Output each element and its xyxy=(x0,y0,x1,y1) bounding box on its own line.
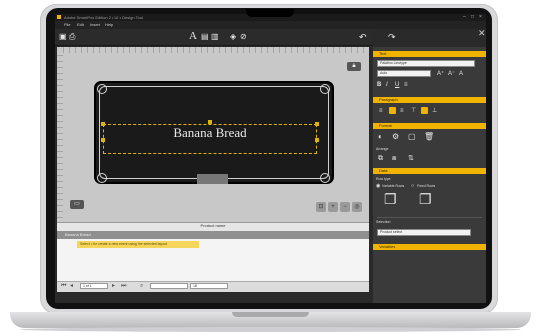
ruler-top xyxy=(63,47,369,53)
barcode-tool-icon[interactable]: ▥ xyxy=(211,33,219,41)
fixed-rows-label: Fixed Rows xyxy=(417,184,436,188)
window-title: Adobe SmartPos Edition 2 • UI • Design T… xyxy=(64,15,143,20)
section-format[interactable]: Format xyxy=(373,123,486,129)
font-shrink-icon[interactable]: A⁻ xyxy=(448,71,455,77)
shape-tool-icon[interactable]: ◈ xyxy=(230,33,236,41)
fixed-rows-illustration-icon: ❐ xyxy=(419,191,432,207)
section-variables[interactable]: Variables xyxy=(373,244,486,250)
maximize-icon[interactable]: □ xyxy=(471,14,474,21)
close-icon[interactable]: ✕ xyxy=(478,29,486,38)
hint-banner: Select • for create a new event using th… xyxy=(77,241,199,248)
quantity-field[interactable]: 18 xyxy=(190,283,228,289)
prev-page-icon[interactable]: ◂ xyxy=(70,283,73,289)
gear-icon[interactable]: ⚙ xyxy=(392,133,399,141)
bring-front-icon[interactable]: ⧉ xyxy=(378,155,383,162)
radio-variable-rows[interactable]: ◉ xyxy=(376,184,380,189)
font-color-icon[interactable]: A xyxy=(459,71,463,77)
resize-handle[interactable] xyxy=(101,138,105,142)
last-page-icon[interactable]: ⏭ xyxy=(121,283,126,289)
product-row-label: Banana Bread xyxy=(65,232,91,237)
trash-icon[interactable]: 🗑︎ xyxy=(424,133,434,141)
underline-icon[interactable]: U xyxy=(395,82,399,88)
font-grow-icon[interactable]: A⁺ xyxy=(437,71,444,77)
save-icon[interactable]: ▣ xyxy=(59,33,67,41)
variable-rows-illustration-icon: ❐ xyxy=(384,191,397,207)
undo-icon[interactable]: ↶ xyxy=(359,33,367,42)
distribute-icon[interactable]: ⇅ xyxy=(408,155,414,162)
toolbar: ▣ ⎙ A ▤ ▥ ◈ ⊘ xyxy=(55,29,373,46)
zoom-fit-icon[interactable]: ⊡ xyxy=(316,202,326,212)
ruler-left xyxy=(57,53,63,230)
align-right-icon[interactable]: ≡ xyxy=(400,108,404,114)
menu-insert[interactable]: Insert xyxy=(90,21,100,29)
camera-notch xyxy=(246,9,294,17)
italic-icon[interactable]: I xyxy=(386,82,388,88)
zoom-out-icon[interactable]: − xyxy=(340,202,350,212)
resize-handle[interactable] xyxy=(315,138,319,142)
canvas-scroll-tab[interactable] xyxy=(197,174,228,184)
lock-icon[interactable]: 🔒︎ xyxy=(347,62,361,71)
section-text[interactable]: Text xyxy=(373,51,486,57)
font-size-select[interactable]: Auto xyxy=(377,70,431,77)
resize-handle[interactable] xyxy=(315,122,319,126)
product-row[interactable] xyxy=(57,231,369,239)
fill-icon[interactable]: ◐ xyxy=(378,133,383,141)
frame-icon[interactable]: ▢ xyxy=(408,133,416,141)
variable-rows-label: Variable Rows xyxy=(382,184,405,188)
font-family-select[interactable]: Palatino Linotype xyxy=(377,60,475,67)
bold-icon[interactable]: B xyxy=(377,82,381,88)
menu-bar: File Edit Insert Help xyxy=(55,21,486,29)
align-top-icon[interactable]: ⊤ xyxy=(411,108,416,114)
selection-label: Selection xyxy=(376,220,391,224)
first-page-icon[interactable]: ⏮ xyxy=(61,283,66,289)
minimize-icon[interactable]: – xyxy=(463,14,466,21)
zoom-in-icon[interactable]: + xyxy=(328,202,338,212)
menu-edit[interactable]: Edit xyxy=(77,21,84,29)
selection-select[interactable]: Product select xyxy=(377,229,471,236)
search-icon[interactable]: ⌕ xyxy=(140,283,143,289)
align-left-icon[interactable]: ≡ xyxy=(379,108,383,114)
redo-icon[interactable]: ↷ xyxy=(388,33,396,42)
align-bottom-icon[interactable]: ⊥ xyxy=(432,108,437,114)
send-back-icon[interactable]: ⧈ xyxy=(392,155,396,162)
corner-ornament-tl xyxy=(97,84,107,94)
properties-panel xyxy=(373,47,486,303)
menu-file[interactable]: File xyxy=(64,21,70,29)
image-tool-icon[interactable]: ▤ xyxy=(201,33,209,41)
rotate-handle[interactable] xyxy=(208,120,212,124)
align-center-icon[interactable] xyxy=(389,107,396,114)
arrange-label: Arrange xyxy=(376,147,389,151)
menu-help[interactable]: Help xyxy=(105,21,113,29)
corner-ornament-bl xyxy=(97,173,107,183)
no-entry-icon[interactable]: ⊘ xyxy=(240,33,247,41)
case-icon[interactable]: ≡ xyxy=(404,82,408,88)
next-page-icon[interactable]: ▸ xyxy=(112,283,115,289)
app-logo-icon xyxy=(57,15,61,19)
section-data[interactable]: Data xyxy=(373,168,486,174)
align-middle-icon[interactable] xyxy=(421,107,428,114)
close-window-icon[interactable]: × xyxy=(479,14,482,21)
radio-fixed-rows[interactable]: ○ xyxy=(411,184,414,189)
row-type-label: Row type xyxy=(376,177,391,181)
search-input[interactable] xyxy=(150,283,188,289)
resize-handle[interactable] xyxy=(101,122,105,126)
zoom-reset-icon[interactable]: ◎ xyxy=(352,202,362,212)
print-icon[interactable]: ⎙ xyxy=(69,33,75,41)
page-indicator[interactable]: 1 of 1 xyxy=(80,283,108,289)
corner-ornament-br xyxy=(320,173,330,183)
layer-icon[interactable]: ▭ xyxy=(70,200,84,209)
product-panel-title: Product name xyxy=(200,223,226,228)
corner-ornament-tr xyxy=(320,84,330,94)
divider xyxy=(377,217,482,218)
text-tool-icon[interactable]: A xyxy=(189,31,197,42)
base-groove xyxy=(232,312,309,317)
section-paragraph[interactable]: Paragraph xyxy=(373,97,486,103)
base-shadow xyxy=(20,327,521,332)
